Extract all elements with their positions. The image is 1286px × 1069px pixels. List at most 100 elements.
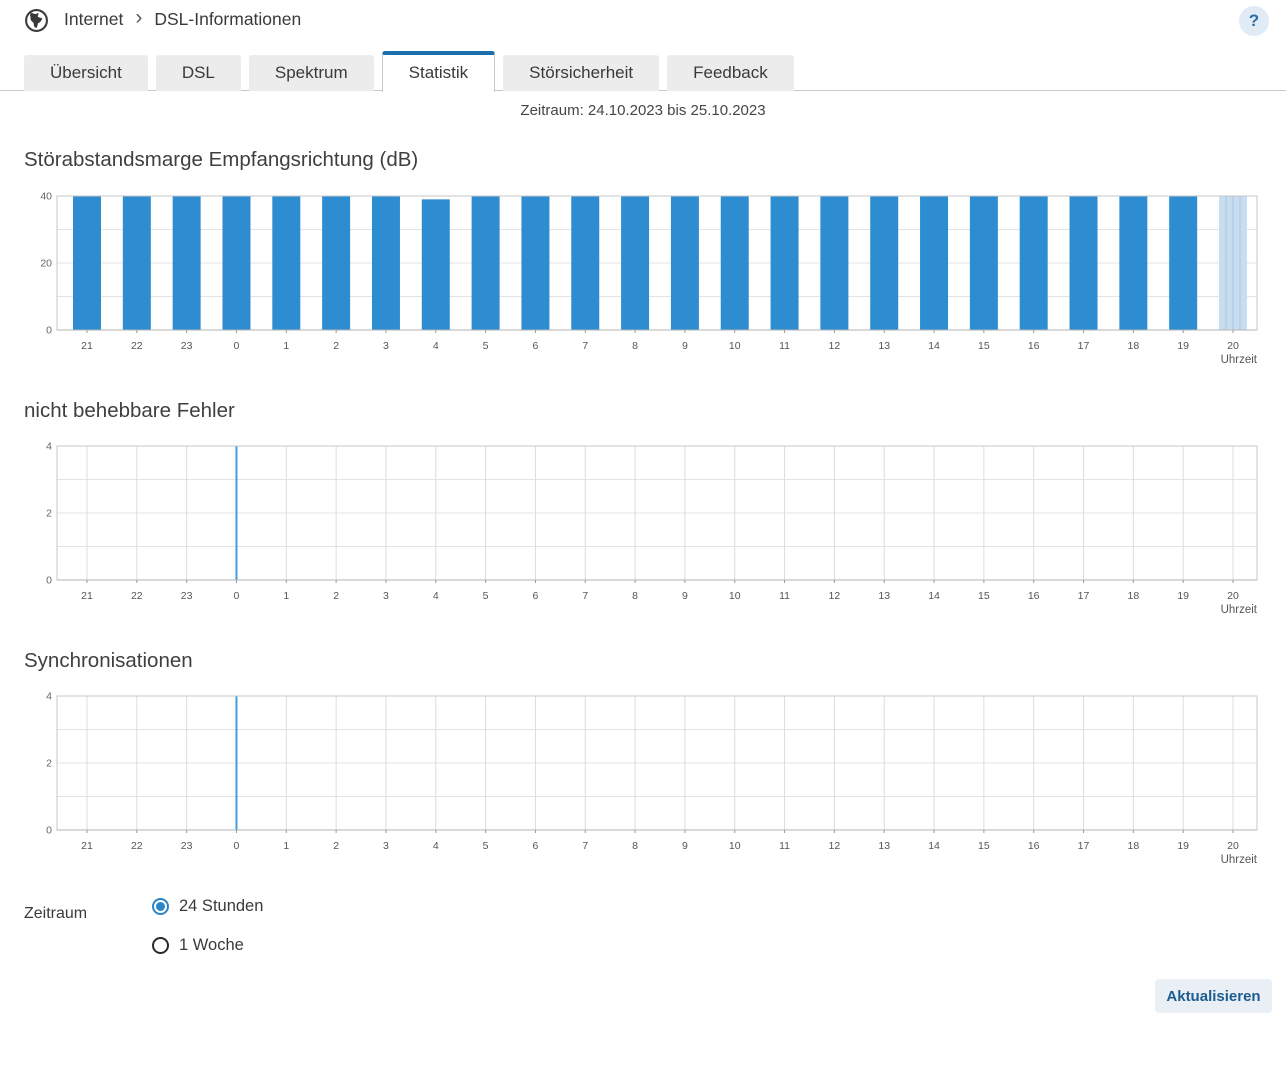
svg-text:12: 12 xyxy=(829,590,841,602)
svg-text:16: 16 xyxy=(1028,340,1040,352)
svg-text:2: 2 xyxy=(333,590,339,602)
svg-text:22: 22 xyxy=(131,590,143,602)
radio-1-woche-label: 1 Woche xyxy=(179,936,244,954)
svg-text:9: 9 xyxy=(682,590,688,602)
svg-text:0: 0 xyxy=(46,575,52,587)
svg-text:12: 12 xyxy=(829,340,841,352)
svg-text:8: 8 xyxy=(632,590,638,602)
radio-24-stunden-label: 24 Stunden xyxy=(179,897,264,915)
svg-text:4: 4 xyxy=(46,441,52,453)
snr-downstream-chart: 21 22 23 0 1 2 3 4 5 6 7 8 9 10 11 12 13 14 15 16 17 18 19 2002… xyxy=(40,191,1258,367)
tab-feedback[interactable]: Feedback xyxy=(667,55,794,91)
svg-text:4: 4 xyxy=(46,691,52,703)
svg-text:14: 14 xyxy=(928,590,940,602)
svg-text:11: 11 xyxy=(779,340,790,352)
chart-title-errors: nicht behebbare Fehler xyxy=(24,399,235,422)
svg-text:3: 3 xyxy=(383,590,389,602)
svg-text:19: 19 xyxy=(1177,840,1189,852)
svg-text:22: 22 xyxy=(131,340,143,352)
uncorrectable-errors-chart: 21 22 23 0 1 2 3 4 5 6 7 8 9 10 11 12 13 14 15 16 17 18 19 2002… xyxy=(46,441,1258,617)
svg-text:18: 18 xyxy=(1128,840,1140,852)
svg-text:10: 10 xyxy=(729,340,741,352)
tab-statistik[interactable]: Statistik xyxy=(381,51,496,92)
svg-text:18: 18 xyxy=(1128,340,1140,352)
svg-text:5: 5 xyxy=(483,340,489,352)
synchronisations-chart: 21 22 23 0 1 2 3 4 5 6 7 8 9 10 11 12 13 14 15 16 17 18 19 2002… xyxy=(46,691,1258,867)
svg-text:2: 2 xyxy=(333,340,339,352)
dsl-statistik-page: Internet › DSL-Informationen ? Übersicht… xyxy=(0,0,1286,1069)
svg-text:19: 19 xyxy=(1177,590,1189,602)
chart-title-snr: Störabstandsmarge Empfangsrichtung (dB) xyxy=(24,148,419,171)
radio-option-1-woche[interactable]: 1 Woche xyxy=(152,936,244,955)
svg-text:4: 4 xyxy=(433,590,439,602)
svg-text:5: 5 xyxy=(483,590,489,602)
svg-text:Uhrzeit: Uhrzeit xyxy=(1221,604,1258,616)
svg-text:13: 13 xyxy=(878,840,890,852)
svg-text:15: 15 xyxy=(978,340,990,352)
svg-text:22: 22 xyxy=(131,840,143,852)
svg-text:0: 0 xyxy=(234,840,240,852)
svg-text:20: 20 xyxy=(1227,590,1239,602)
svg-text:0: 0 xyxy=(46,325,52,337)
tab-spektrum[interactable]: Spektrum xyxy=(248,55,374,91)
svg-text:13: 13 xyxy=(878,590,890,602)
svg-text:1: 1 xyxy=(283,590,289,602)
svg-text:10: 10 xyxy=(729,590,741,602)
breadcrumb-chevron-icon: › xyxy=(135,6,143,29)
svg-text:3: 3 xyxy=(383,340,389,352)
page-header: Internet › DSL-Informationen ? xyxy=(0,0,1286,44)
svg-text:0: 0 xyxy=(46,825,52,837)
aktualisieren-button[interactable]: Aktualisieren xyxy=(1155,979,1272,1013)
svg-text:6: 6 xyxy=(533,840,539,852)
svg-text:20: 20 xyxy=(1227,340,1239,352)
svg-text:9: 9 xyxy=(682,840,688,852)
internet-globe-icon xyxy=(25,9,48,32)
help-button[interactable]: ? xyxy=(1239,6,1269,36)
svg-text:13: 13 xyxy=(878,340,890,352)
svg-text:5: 5 xyxy=(483,840,489,852)
svg-text:16: 16 xyxy=(1028,840,1040,852)
svg-text:14: 14 xyxy=(928,840,940,852)
svg-text:17: 17 xyxy=(1078,840,1090,852)
tab-uebersicht[interactable]: Übersicht xyxy=(24,55,148,91)
svg-text:6: 6 xyxy=(533,340,539,352)
svg-text:Uhrzeit: Uhrzeit xyxy=(1221,354,1258,366)
svg-text:15: 15 xyxy=(978,590,990,602)
svg-text:0: 0 xyxy=(234,340,240,352)
svg-text:21: 21 xyxy=(81,590,93,602)
svg-text:15: 15 xyxy=(978,840,990,852)
svg-text:2: 2 xyxy=(46,758,52,770)
svg-text:2: 2 xyxy=(46,508,52,520)
svg-text:7: 7 xyxy=(582,340,588,352)
svg-text:21: 21 xyxy=(81,840,93,852)
radio-option-24-stunden[interactable]: 24 Stunden xyxy=(152,897,263,916)
svg-text:6: 6 xyxy=(533,590,539,602)
breadcrumb-current-page: DSL-Informationen xyxy=(154,9,302,29)
svg-text:1: 1 xyxy=(283,840,289,852)
svg-text:20: 20 xyxy=(40,258,52,270)
svg-text:10: 10 xyxy=(729,840,741,852)
svg-text:8: 8 xyxy=(632,340,638,352)
svg-text:14: 14 xyxy=(928,340,940,352)
tab-bar: Übersicht DSL Spektrum Statistik Störsic… xyxy=(24,50,794,92)
svg-text:17: 17 xyxy=(1078,590,1090,602)
svg-text:23: 23 xyxy=(181,840,193,852)
tab-stoersicherheit[interactable]: Störsicherheit xyxy=(503,55,660,91)
svg-text:40: 40 xyxy=(40,191,52,203)
breadcrumb: Internet › DSL-Informationen xyxy=(64,6,302,30)
radio-unselected-icon xyxy=(152,937,169,954)
breadcrumb-internet-link[interactable]: Internet xyxy=(64,9,123,30)
svg-text:1: 1 xyxy=(283,340,289,352)
svg-text:4: 4 xyxy=(433,340,439,352)
svg-text:9: 9 xyxy=(682,340,688,352)
svg-text:16: 16 xyxy=(1028,590,1040,602)
tab-dsl[interactable]: DSL xyxy=(155,55,241,91)
svg-text:2: 2 xyxy=(333,840,339,852)
svg-text:7: 7 xyxy=(582,840,588,852)
svg-text:23: 23 xyxy=(181,590,193,602)
svg-text:11: 11 xyxy=(779,590,790,602)
zeitraum-group-label: Zeitraum xyxy=(24,905,88,922)
svg-text:7: 7 xyxy=(582,590,588,602)
svg-text:21: 21 xyxy=(81,340,93,352)
svg-text:Uhrzeit: Uhrzeit xyxy=(1221,854,1258,866)
